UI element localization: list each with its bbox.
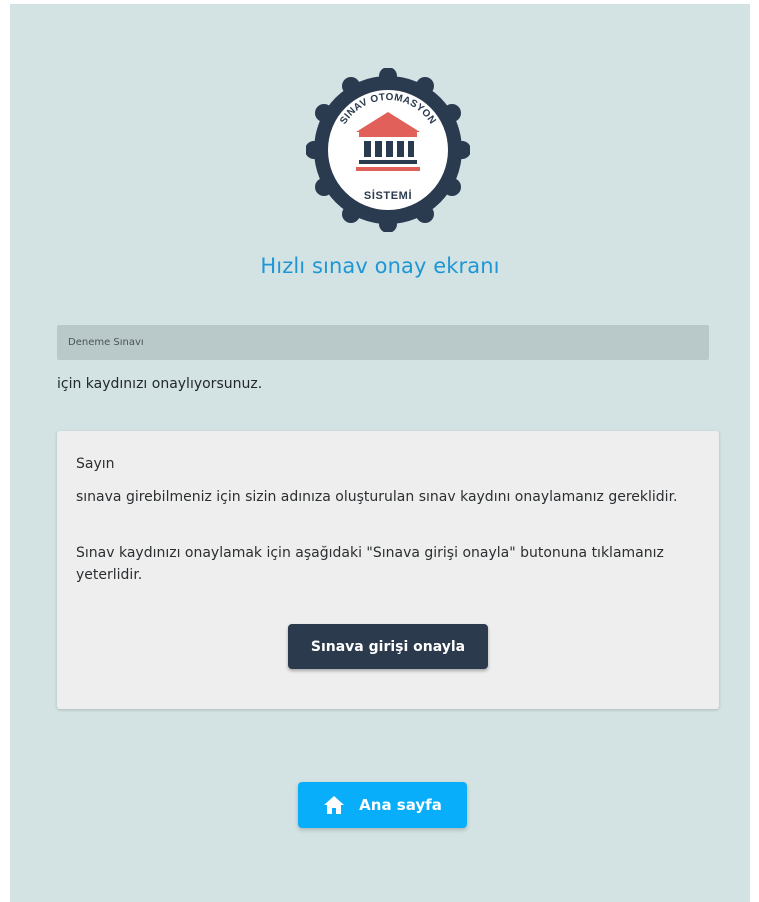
greeting-text: Sayın [76,456,115,472]
confirm-exam-entry-button[interactable]: Sınava girişi onayla [288,624,488,669]
info-paragraph-2: Sınav kaydınızı onaylamak için aşağıdaki… [76,545,664,583]
exam-name-field: Deneme Sınavı [57,325,709,360]
sinav-otomasyon-logo: SINAV OTOMASYON SİSTEMİ [306,68,470,232]
page-background: SINAV OTOMASYON SİSTEMİ Hızlı sınav onay… [10,4,750,902]
exam-name-text: Deneme Sınavı [68,337,144,348]
registration-confirm-text: için kaydınızı onaylıyorsunuz. [57,376,263,392]
home-icon [323,795,345,815]
info-card: Sayın sınava girebilmeniz için sizin adı… [57,431,719,709]
info-paragraph-1: sınava girebilmeniz için sizin adınıza o… [76,489,678,505]
logo-bottom-text: SİSTEMİ [364,189,412,202]
home-button[interactable]: Ana sayfa [298,782,467,828]
home-button-label: Ana sayfa [359,796,442,814]
page-title: Hızlı sınav onay ekranı [260,254,500,278]
